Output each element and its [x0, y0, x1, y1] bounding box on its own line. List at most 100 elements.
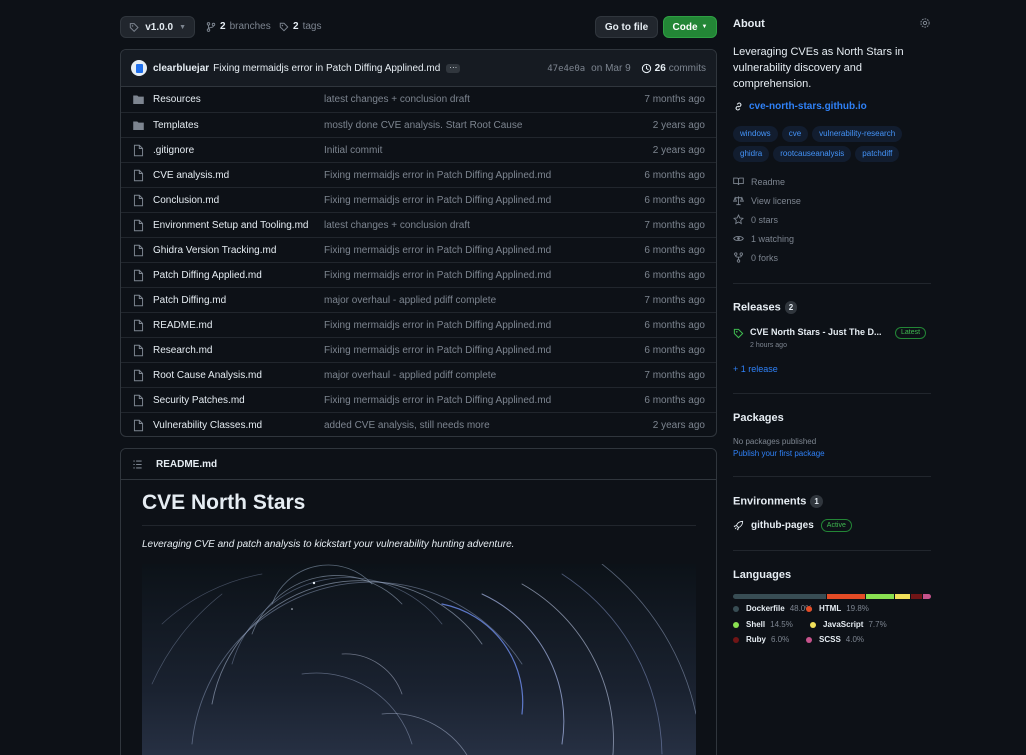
releases-count: 2 [784, 301, 798, 314]
language-bar-segment [733, 594, 826, 599]
topics: windows cve vulnerability-research ghidra ro… [733, 126, 931, 162]
file-row[interactable]: Environment Setup and Tooling.md latest c… [121, 212, 716, 237]
file-row[interactable]: Patch Diffing.md major overhaul - applied… [121, 287, 716, 312]
homepage-url: cve-north-stars.github.io [749, 101, 867, 112]
commit-author[interactable]: clearbluejar [153, 63, 209, 74]
file-name[interactable]: Resources [153, 94, 201, 105]
file-commit-message[interactable]: Fixing mermaidjs error in Patch Diffing … [324, 345, 551, 356]
topic-tag[interactable]: rootcauseanalysis [773, 146, 852, 162]
no-packages-text: No packages published [733, 437, 817, 446]
repo-toolbar: v1.0.0 ▼ 2 branches 2 tags Go to file Co… [120, 16, 717, 39]
avatar[interactable] [131, 60, 147, 76]
file-commit-message[interactable]: latest changes + conclusion draft [324, 220, 470, 231]
file-name[interactable]: Vulnerability Classes.md [153, 420, 262, 431]
file-commit-message[interactable]: latest changes + conclusion draft [324, 94, 470, 105]
file-name[interactable]: README.md [153, 320, 212, 331]
language-bar-segment [894, 594, 910, 599]
file-name[interactable]: Security Patches.md [153, 395, 245, 406]
readme-link[interactable]: Readme [733, 176, 785, 187]
gear-icon[interactable] [919, 17, 931, 29]
file-row[interactable]: Ghidra Version Tracking.md Fixing mermaid… [121, 237, 716, 262]
about-description: Leveraging CVEs as North Stars in vulner… [733, 46, 904, 90]
stars-link[interactable]: 0 stars [733, 214, 778, 225]
watchers-link[interactable]: 1 watching [733, 233, 794, 244]
file-commit-message[interactable]: Fixing mermaidjs error in Patch Diffing … [324, 245, 551, 256]
releases-heading[interactable]: Releases 2 [733, 301, 798, 314]
language-item[interactable]: HTML 19.8% [806, 604, 869, 613]
file-name[interactable]: Patch Diffing Applied.md [153, 270, 262, 281]
file-row[interactable]: Conclusion.md Fixing mermaidjs error in P… [121, 187, 716, 212]
file-commit-message[interactable]: Fixing mermaidjs error in Patch Diffing … [324, 270, 551, 281]
file-commit-message[interactable]: mostly done CVE analysis. Start Root Cau… [324, 120, 522, 131]
file-row[interactable]: Patch Diffing Applied.md Fixing mermaidjs… [121, 262, 716, 287]
file-commit-message[interactable]: Initial commit [324, 145, 382, 156]
topic-tag[interactable]: vulnerability-research [812, 126, 903, 142]
file-row[interactable]: CVE analysis.md Fixing mermaidjs error in… [121, 162, 716, 187]
topic-tag[interactable]: windows [733, 126, 778, 142]
commits-link[interactable]: 26 commits [641, 63, 706, 74]
language-item[interactable]: SCSS 4.0% [806, 635, 864, 644]
file-name[interactable]: Ghidra Version Tracking.md [153, 245, 276, 256]
file-name[interactable]: .gitignore [153, 145, 194, 156]
file-row[interactable]: .gitignore Initial commit 2 years ago [121, 137, 716, 162]
latest-release[interactable]: CVE North Stars - Just The D... Latest 2… [733, 325, 931, 355]
file-name[interactable]: Templates [153, 120, 199, 131]
file-name[interactable]: Environment Setup and Tooling.md [153, 220, 308, 231]
file-row[interactable]: Vulnerability Classes.md added CVE analys… [121, 412, 716, 436]
file-age: 7 months ago [644, 94, 705, 105]
more-releases-link[interactable]: + 1 release [733, 364, 778, 374]
eye-icon [733, 235, 744, 242]
file-commit-message[interactable]: major overhaul - applied pdiff complete [324, 295, 496, 306]
topic-tag[interactable]: ghidra [733, 146, 770, 162]
file-name[interactable]: CVE analysis.md [153, 170, 229, 181]
release-date: 2 hours ago [750, 342, 787, 349]
file-name[interactable]: Root Cause Analysis.md [153, 370, 262, 381]
file-row[interactable]: README.md Fixing mermaidjs error in Patch… [121, 312, 716, 337]
languages-bar [733, 594, 931, 599]
file-commit-message[interactable]: Fixing mermaidjs error in Patch Diffing … [324, 195, 551, 206]
file-row[interactable]: Root Cause Analysis.md major overhaul - a… [121, 362, 716, 387]
file-row[interactable]: Research.md Fixing mermaidjs error in Pat… [121, 337, 716, 362]
file-row[interactable]: Resources latest changes + conclusion dra… [121, 87, 716, 112]
packages-heading[interactable]: Packages [733, 412, 784, 424]
topic-tag[interactable]: cve [781, 126, 809, 142]
file-commit-message[interactable]: Fixing mermaidjs error in Patch Diffing … [324, 320, 551, 331]
language-percent: 19.8% [846, 604, 869, 613]
code-button[interactable]: Code ▼ [663, 16, 717, 38]
file-commit-message[interactable]: Fixing mermaidjs error in Patch Diffing … [324, 170, 551, 181]
book-icon [733, 177, 744, 185]
license-link[interactable]: View license [733, 195, 801, 206]
branch-selector[interactable]: v1.0.0 ▼ [120, 16, 195, 38]
forks-link[interactable]: 0 forks [733, 252, 778, 263]
readme-filename: README.md [156, 458, 218, 470]
language-color-dot [733, 605, 739, 612]
homepage-link[interactable]: cve-north-stars.github.io [733, 101, 867, 112]
file-commit-message[interactable]: Fixing mermaidjs error in Patch Diffing … [324, 395, 551, 406]
file-name[interactable]: Research.md [153, 345, 212, 356]
language-item[interactable]: Shell 14.5% [733, 620, 793, 629]
expand-commit-button[interactable]: ··· [446, 63, 461, 73]
tags-link[interactable]: 2 tags [279, 21, 321, 32]
branches-link[interactable]: 2 branches [206, 21, 271, 32]
file-row[interactable]: Templates mostly done CVE analysis. Start… [121, 112, 716, 137]
language-item[interactable]: JavaScript 7.7% [810, 620, 887, 629]
go-to-file-button[interactable]: Go to file [595, 16, 658, 38]
list-icon[interactable] [132, 459, 143, 470]
file-commit-message[interactable]: major overhaul - applied pdiff complete [324, 370, 496, 381]
rocket-icon [733, 520, 744, 531]
topic-tag[interactable]: patchdiff [855, 146, 900, 162]
file-name[interactable]: Conclusion.md [153, 195, 219, 206]
language-item[interactable]: Dockerfile 48.0% [733, 604, 812, 613]
commit-hash[interactable]: 47e4e0a [547, 64, 585, 74]
environment-item[interactable]: github-pages Active [733, 519, 852, 532]
file-row[interactable]: Security Patches.md Fixing mermaidjs erro… [121, 387, 716, 412]
publish-package-link[interactable]: Publish your first package [733, 449, 825, 458]
file-name[interactable]: Patch Diffing.md [153, 295, 226, 306]
file-commit-message[interactable]: added CVE analysis, still needs more [324, 420, 490, 431]
environments-heading[interactable]: Environments 1 [733, 495, 823, 508]
language-name: JavaScript [823, 620, 864, 629]
language-item[interactable]: Ruby 6.0% [733, 635, 789, 644]
file-list: Resources latest changes + conclusion dra… [121, 87, 716, 436]
divider [733, 550, 931, 551]
commit-message[interactable]: Fixing mermaidjs error in Patch Diffing … [213, 63, 440, 74]
